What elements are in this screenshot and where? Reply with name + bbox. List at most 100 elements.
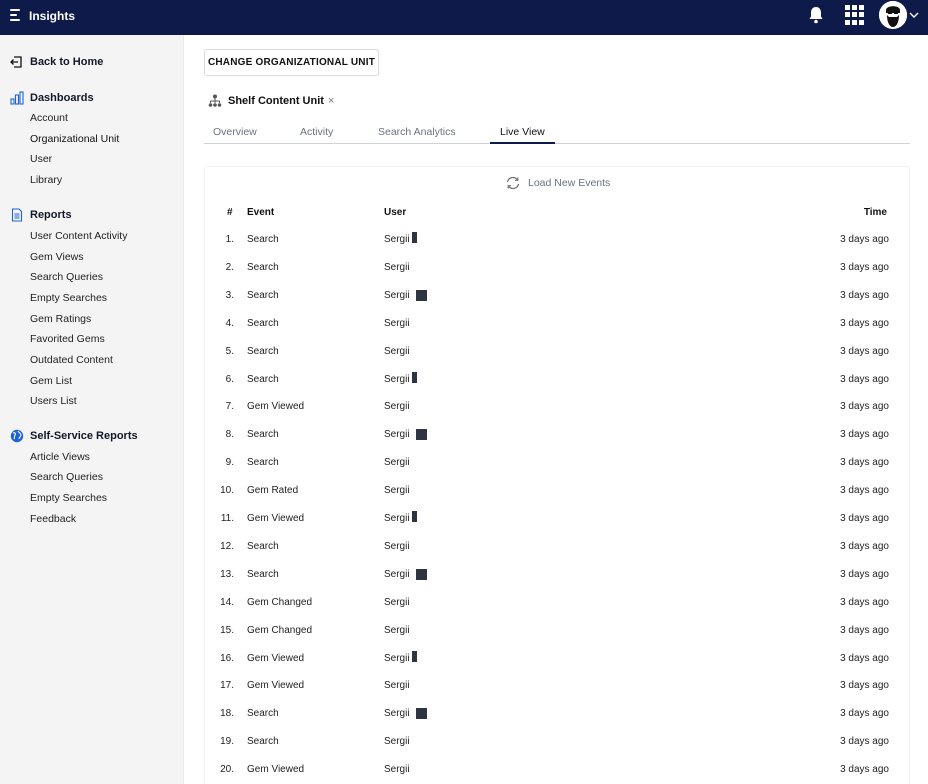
sidebar-item-gem-views[interactable]: Gem Views bbox=[30, 251, 84, 263]
row-user: Sergii bbox=[384, 708, 427, 720]
row-time: 3 days ago bbox=[840, 513, 889, 524]
row-event: Gem Viewed bbox=[247, 401, 305, 413]
col-header-num: # bbox=[227, 207, 233, 218]
sidebar-item-feedback[interactable]: Feedback bbox=[30, 513, 76, 525]
row-number: 16. bbox=[220, 652, 234, 664]
sidebar-item-ss-empty-searches[interactable]: Empty Searches bbox=[30, 492, 107, 504]
row-user-name: Sergii bbox=[384, 289, 410, 301]
sidebar-item-article-views[interactable]: Article Views bbox=[30, 451, 90, 463]
main-content: CHANGE ORGANIZATIONAL UNIT Shelf Content… bbox=[184, 35, 928, 784]
table-row: 4. Search Sergii 3 days ago bbox=[205, 318, 911, 346]
row-time: 3 days ago bbox=[840, 401, 889, 413]
table-row: 7. Gem Viewed Sergii 3 days ago bbox=[205, 401, 911, 429]
row-event: Gem Viewed bbox=[247, 652, 305, 664]
remove-unit-icon[interactable]: × bbox=[328, 95, 334, 107]
row-user-name: Sergii bbox=[384, 624, 410, 636]
row-event: Gem Changed bbox=[247, 596, 313, 608]
load-new-events-button[interactable]: Load New Events bbox=[505, 176, 610, 190]
row-time: 3 days ago bbox=[840, 373, 889, 385]
row-user-name: Sergii bbox=[384, 401, 410, 413]
sidebar-item-outdated-content[interactable]: Outdated Content bbox=[30, 354, 113, 366]
back-to-home-label: Back to Home bbox=[30, 56, 104, 68]
sidebar-item-user[interactable]: User bbox=[30, 153, 52, 165]
row-user-name: Sergii bbox=[384, 513, 410, 524]
row-time: 3 days ago bbox=[840, 485, 889, 497]
row-event: Search bbox=[247, 234, 279, 245]
row-user: Sergii bbox=[384, 346, 410, 357]
row-time: 3 days ago bbox=[840, 764, 889, 776]
row-user: Sergii bbox=[384, 232, 417, 245]
sidebar-item-empty-searches[interactable]: Empty Searches bbox=[30, 292, 107, 304]
table-row: 6. Search Sergii 3 days ago bbox=[205, 371, 911, 402]
refresh-icon bbox=[506, 176, 520, 190]
chevron-down-icon[interactable] bbox=[909, 11, 919, 19]
sidebar-item-users-list[interactable]: Users List bbox=[30, 395, 77, 407]
row-number: 8. bbox=[225, 429, 234, 441]
row-time: 3 days ago bbox=[840, 540, 889, 552]
sidebar-item-account[interactable]: Account bbox=[30, 112, 68, 124]
row-event: Search bbox=[247, 429, 279, 441]
table-row: 16. Gem Viewed Sergii 3 days ago bbox=[205, 650, 911, 681]
table-row: 3. Search Sergii 3 days ago bbox=[205, 289, 911, 318]
tab-search-analytics[interactable]: Search Analytics bbox=[378, 126, 456, 138]
redacted-mark bbox=[415, 568, 427, 580]
tab-live-view[interactable]: Live View bbox=[500, 126, 545, 138]
row-user: Sergii bbox=[384, 650, 417, 664]
load-new-events-label: Load New Events bbox=[528, 177, 611, 189]
top-bar: Insights bbox=[0, 0, 928, 35]
sidebar-item-gem-ratings[interactable]: Gem Ratings bbox=[30, 313, 91, 325]
table-row: 12. Search Sergii 3 days ago bbox=[205, 541, 911, 569]
redacted-mark bbox=[411, 232, 417, 243]
sidebar-item-organizational-unit[interactable]: Organizational Unit bbox=[30, 133, 119, 145]
row-event: Gem Rated bbox=[247, 485, 299, 497]
apps-grid-icon[interactable] bbox=[845, 5, 865, 25]
row-event: Search bbox=[247, 540, 279, 552]
sidebar-item-gem-list[interactable]: Gem List bbox=[30, 375, 72, 387]
row-user: Sergii bbox=[384, 318, 410, 329]
sidebar-item-favorited-gems[interactable]: Favorited Gems bbox=[30, 333, 105, 345]
redacted-mark bbox=[411, 511, 417, 522]
row-user: Sergii bbox=[384, 625, 410, 636]
row-time: 3 days ago bbox=[840, 289, 889, 301]
row-number: 13. bbox=[220, 568, 234, 580]
sidebar-item-library[interactable]: Library bbox=[30, 174, 62, 186]
reports-section: Reports bbox=[10, 208, 72, 222]
row-number: 5. bbox=[225, 345, 234, 357]
table-row: 19. Search Sergii 3 days ago bbox=[205, 736, 911, 764]
menu-icon[interactable] bbox=[10, 9, 22, 23]
globe-icon bbox=[10, 429, 24, 443]
row-user-name: Sergii bbox=[384, 485, 410, 497]
self-service-label: Self-Service Reports bbox=[30, 430, 138, 442]
sidebar: Back to Home Dashboards Account Organiza… bbox=[0, 35, 184, 784]
row-number: 12. bbox=[220, 540, 234, 552]
row-event: Search bbox=[247, 261, 279, 273]
col-header-user: User bbox=[384, 207, 407, 218]
row-event: Search bbox=[247, 568, 279, 580]
sidebar-item-search-queries[interactable]: Search Queries bbox=[30, 271, 103, 283]
row-number: 4. bbox=[225, 317, 234, 329]
row-number: 10. bbox=[220, 485, 234, 497]
tab-overview[interactable]: Overview bbox=[213, 126, 257, 138]
change-organizational-unit-button[interactable]: CHANGE ORGANIZATIONAL UNIT bbox=[204, 49, 379, 76]
table-row: 11. Gem Viewed Sergii 3 days ago bbox=[205, 511, 911, 541]
row-time: 3 days ago bbox=[840, 457, 889, 469]
table-row: 5. Search Sergii 3 days ago bbox=[205, 346, 911, 374]
back-to-home-link[interactable]: Back to Home bbox=[10, 56, 103, 68]
row-time: 3 days ago bbox=[840, 680, 889, 692]
row-user: Sergii bbox=[384, 457, 410, 468]
row-number: 11. bbox=[220, 513, 234, 524]
sidebar-item-ss-search-queries[interactable]: Search Queries bbox=[30, 471, 103, 483]
redacted-mark bbox=[415, 429, 427, 441]
row-time: 3 days ago bbox=[840, 596, 889, 608]
row-user-name: Sergii bbox=[384, 234, 410, 245]
avatar[interactable] bbox=[879, 1, 907, 29]
unit-name: Shelf Content Unit bbox=[228, 95, 324, 107]
selected-unit: Shelf Content Unit × bbox=[208, 94, 334, 108]
org-tree-icon bbox=[208, 94, 222, 107]
document-icon bbox=[11, 208, 23, 222]
sidebar-item-user-content-activity[interactable]: User Content Activity bbox=[30, 230, 127, 242]
tab-activity[interactable]: Activity bbox=[300, 126, 333, 138]
bell-icon[interactable] bbox=[807, 5, 825, 25]
table-row: 8. Search Sergii 3 days ago bbox=[205, 429, 911, 457]
table-row: 20. Gem Viewed Sergii 3 days ago bbox=[205, 764, 911, 784]
